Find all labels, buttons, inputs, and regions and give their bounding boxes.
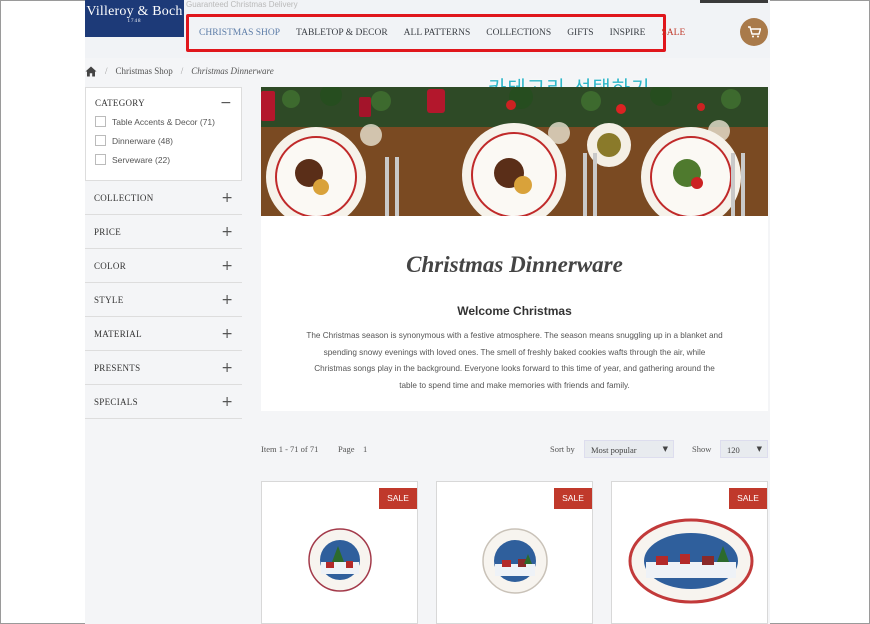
breadcrumb-separator: / [180, 66, 184, 76]
cart-icon [748, 26, 761, 38]
product-card[interactable]: SALE [611, 481, 768, 624]
checkbox[interactable] [95, 116, 106, 127]
category-option-label: Serveware (22) [112, 154, 171, 165]
product-image[interactable] [482, 528, 548, 594]
product-card[interactable]: SALE [261, 481, 418, 624]
breadcrumb-current: Christmas Dinnerware [191, 66, 274, 76]
facet-color[interactable]: COLOR + [85, 249, 242, 283]
sale-badge: SALE [554, 488, 592, 509]
nav-all-patterns[interactable]: ALL PATTERNS [404, 28, 471, 38]
hero-banner-image [261, 87, 768, 216]
breadcrumb-separator: / [105, 66, 108, 76]
facet-price[interactable]: PRICE + [85, 215, 242, 249]
page-label: Page [338, 444, 355, 454]
facet-label: STYLE [94, 294, 124, 305]
facet-material[interactable]: MATERIAL + [85, 317, 242, 351]
nav-gifts[interactable]: GIFTS [567, 28, 593, 38]
category-option[interactable]: Serveware (22) [95, 154, 232, 165]
chevron-down-icon: ▼ [756, 445, 762, 453]
expand-icon[interactable]: + [221, 293, 233, 307]
nav-inspire[interactable]: INSPIRE [610, 28, 646, 38]
intro-text: The Christmas season is synonymous with … [306, 331, 723, 390]
page-number[interactable]: 1 [363, 444, 367, 454]
page-size-value: 120 [727, 445, 740, 455]
page-title: Christmas Dinnerware [406, 252, 623, 277]
facet-label: PRICE [94, 226, 122, 237]
expand-icon[interactable]: + [221, 361, 233, 375]
facet-collection[interactable]: COLLECTION + [85, 181, 242, 215]
sort-label: Sort by [550, 444, 575, 454]
nav-tabletop-decor[interactable]: TABLETOP & DECOR [296, 28, 388, 38]
facet-specials[interactable]: SPECIALS + [85, 385, 242, 419]
product-card[interactable]: SALE [436, 481, 593, 624]
expand-icon[interactable]: + [221, 327, 233, 341]
main-navigation: CHRISTMAS SHOP TABLETOP & DECOR ALL PATT… [186, 14, 685, 52]
show-label: Show [692, 444, 712, 454]
category-option[interactable]: Dinnerware (48) [95, 135, 232, 146]
facet-label: COLOR [94, 260, 127, 271]
sale-badge: SALE [729, 488, 767, 509]
product-image[interactable] [628, 518, 754, 604]
product-image[interactable] [308, 528, 372, 592]
expand-icon[interactable]: + [221, 395, 233, 409]
breadcrumb: / Christmas Shop / Christmas Dinnerware [85, 64, 274, 78]
facet-presents[interactable]: PRESENTS + [85, 351, 242, 385]
category-title: CATEGORY [95, 98, 145, 108]
category-intro: Christmas Dinnerware Welcome Christmas T… [261, 216, 768, 411]
facet-style[interactable]: STYLE + [85, 283, 242, 317]
delivery-notice[interactable]: Guaranteed Christmas Delivery [186, 0, 298, 9]
logo-text: Villeroy & Boch [86, 4, 183, 19]
expand-icon[interactable]: + [221, 225, 233, 239]
category-header[interactable]: CATEGORY − [95, 96, 232, 110]
utility-bar [700, 0, 768, 3]
item-count: Item 1 - 71 of 71 [261, 444, 319, 454]
nav-sale[interactable]: SALE [662, 28, 686, 38]
nav-christmas-shop[interactable]: CHRISTMAS SHOP [199, 28, 280, 38]
breadcrumb-parent[interactable]: Christmas Shop [116, 66, 173, 76]
facet-label: MATERIAL [94, 328, 142, 339]
category-option-label: Dinnerware (48) [112, 135, 173, 146]
pagination: Page 1 [338, 444, 367, 454]
cart-button[interactable] [740, 18, 768, 46]
expand-icon[interactable]: + [221, 191, 233, 205]
checkbox[interactable] [95, 154, 106, 165]
sale-badge: SALE [379, 488, 417, 509]
category-option[interactable]: Table Accents & Decor (71) [95, 116, 232, 127]
home-icon[interactable] [85, 66, 97, 77]
sort-dropdown[interactable]: Most popular ▼ [584, 440, 674, 458]
checkbox[interactable] [95, 135, 106, 146]
brand-logo[interactable]: Villeroy & Boch 1748 [85, 0, 184, 37]
page-size-dropdown[interactable]: 120 ▼ [720, 440, 768, 458]
facet-label: PRESENTS [94, 362, 141, 373]
category-option-label: Table Accents & Decor (71) [112, 116, 215, 127]
sort-value: Most popular [591, 445, 637, 455]
listing-toolbar: Item 1 - 71 of 71 Page 1 Sort by Most po… [261, 440, 768, 458]
chevron-down-icon: ▼ [662, 445, 668, 453]
main-content: Christmas Dinnerware Welcome Christmas T… [261, 87, 768, 411]
category-filter: CATEGORY − Table Accents & Decor (71) Di… [85, 87, 242, 181]
facet-label: SPECIALS [94, 396, 138, 407]
intro-heading: Welcome Christmas [457, 304, 572, 318]
expand-icon[interactable]: + [221, 259, 233, 273]
filter-sidebar: CATEGORY − Table Accents & Decor (71) Di… [85, 87, 242, 419]
facet-label: COLLECTION [94, 192, 154, 203]
collapse-icon[interactable]: − [220, 96, 232, 110]
nav-collections[interactable]: COLLECTIONS [486, 28, 551, 38]
